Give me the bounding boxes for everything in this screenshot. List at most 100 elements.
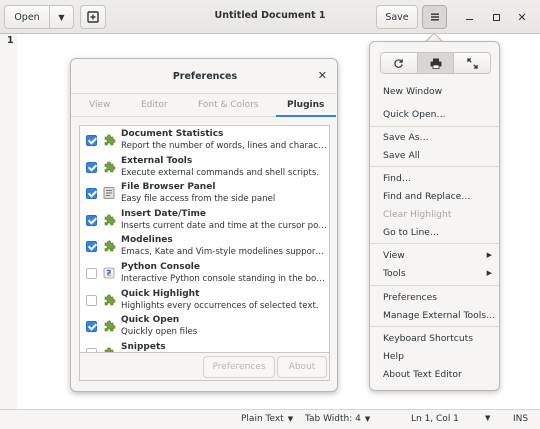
- close-icon: ✕: [317, 69, 327, 82]
- menu-view-label: View: [383, 250, 405, 261]
- menu-go-to-line[interactable]: Go to Line…: [383, 227, 439, 238]
- plugin-enable-checkbox[interactable]: [86, 294, 97, 306]
- puzzle-icon: [102, 133, 116, 147]
- menu-about[interactable]: About Text Editor: [383, 369, 462, 380]
- open-button[interactable]: Open: [4, 5, 50, 29]
- plugin-row[interactable]: Insert Date/Time Inserts current date and…: [80, 208, 329, 235]
- reload-button[interactable]: [381, 53, 418, 73]
- tab-font-colors[interactable]: Font & Colors: [198, 100, 259, 110]
- plugin-enable-checkbox[interactable]: [86, 188, 97, 200]
- reload-icon: [394, 58, 404, 68]
- plugin-name: External Tools: [121, 155, 193, 166]
- plugin-name: File Browser Panel: [121, 182, 216, 193]
- puzzle-icon: [102, 346, 116, 352]
- puzzle-icon: [102, 160, 116, 174]
- fullscreen-icon: [467, 57, 478, 69]
- menu-separator: [370, 285, 499, 286]
- tab-width-label: Tab Width: 4: [305, 414, 361, 424]
- plugin-list[interactable]: Document Statistics Report the number of …: [79, 125, 330, 353]
- menu-help[interactable]: Help: [383, 351, 404, 362]
- minimize-button[interactable]: [460, 8, 478, 26]
- puzzle-icon: [102, 293, 116, 307]
- main-menu-popover: New Window Quick Open… Save As… Save All…: [369, 41, 500, 391]
- menu-separator: [370, 166, 499, 167]
- menu-preferences[interactable]: Preferences: [383, 292, 437, 303]
- plugin-row[interactable]: External Tools Execute external commands …: [80, 155, 329, 182]
- puzzle-icon: [102, 213, 116, 227]
- plugin-row[interactable]: Modelines Emacs, Kate and Vim-style model…: [80, 234, 329, 261]
- plugin-enable-checkbox[interactable]: [86, 241, 97, 253]
- language-label: Plain Text: [241, 414, 284, 424]
- print-icon: [430, 58, 441, 69]
- plugin-enable-checkbox[interactable]: [86, 321, 97, 333]
- tab-view[interactable]: View: [89, 100, 110, 110]
- chevron-down-icon: ▼: [287, 415, 294, 423]
- chevron-right-icon: ▶: [486, 251, 492, 259]
- menu-separator: [370, 326, 499, 327]
- plugin-row[interactable]: Quick Open Quickly open files: [80, 314, 329, 341]
- menu-manage-external-tools[interactable]: Manage External Tools…: [383, 310, 495, 321]
- menu-tools[interactable]: Tools ▶: [383, 268, 492, 279]
- main-menu-button[interactable]: [422, 5, 447, 29]
- file-manager-icon: [102, 186, 116, 200]
- position-dropdown[interactable]: ▼: [485, 414, 490, 422]
- text-editor-area[interactable]: [17, 35, 417, 47]
- menu-save-all[interactable]: Save All: [383, 150, 420, 161]
- plugin-enable-checkbox[interactable]: [86, 161, 97, 173]
- menu-new-window[interactable]: New Window: [383, 86, 442, 97]
- cursor-position-selector[interactable]: Ln 1, Col 1: [411, 414, 459, 424]
- new-document-button[interactable]: [80, 5, 106, 29]
- plugin-name: Modelines: [121, 235, 173, 246]
- fullscreen-button[interactable]: [454, 53, 490, 73]
- menu-find[interactable]: Find…: [383, 173, 411, 184]
- close-window-button[interactable]: ✕: [513, 8, 531, 26]
- save-button[interactable]: Save: [376, 5, 418, 29]
- plugin-description: Highlights every occurrences of selected…: [121, 300, 319, 311]
- save-button-label: Save: [385, 11, 409, 23]
- plugin-row[interactable]: Quick Highlight Highlights every occurren…: [80, 288, 329, 315]
- plugin-description: Emacs, Kate and Vim-style modelines supp…: [121, 247, 327, 258]
- cursor-position-label: Ln 1, Col 1: [411, 414, 459, 424]
- dialog-close-button[interactable]: ✕: [318, 69, 327, 82]
- line-number: 1: [7, 35, 14, 46]
- plugin-about-button[interactable]: About: [277, 356, 327, 378]
- plugin-description: Execute external commands and shell scri…: [121, 167, 320, 178]
- plugin-row[interactable]: Python Console Interactive Python console…: [80, 261, 329, 288]
- tab-plugins[interactable]: Plugins: [287, 100, 324, 110]
- close-icon: ✕: [517, 10, 527, 24]
- chevron-down-icon: ▼: [58, 12, 65, 22]
- line-number-gutter: [0, 34, 17, 409]
- print-button[interactable]: [417, 53, 455, 73]
- menu-save-as[interactable]: Save As…: [383, 132, 429, 143]
- menu-keyboard-shortcuts[interactable]: Keyboard Shortcuts: [383, 333, 473, 344]
- menu-separator: [370, 126, 499, 127]
- open-recent-dropdown-button[interactable]: ▼: [49, 5, 74, 29]
- plugin-enable-checkbox[interactable]: [86, 268, 97, 279]
- menu-clear-highlight: Clear Highlight: [383, 209, 452, 220]
- plugin-preferences-button[interactable]: Preferences: [203, 356, 275, 378]
- plugin-name: Python Console: [121, 262, 200, 272]
- menu-find-replace[interactable]: Find and Replace…: [383, 191, 470, 202]
- plugin-about-label: About: [288, 362, 316, 372]
- plugin-row[interactable]: Snippets: [80, 341, 329, 352]
- open-button-label: Open: [14, 11, 40, 23]
- plugin-row[interactable]: Document Statistics Report the number of …: [80, 128, 329, 155]
- menu-view[interactable]: View ▶: [383, 250, 492, 261]
- maximize-button[interactable]: [487, 8, 505, 26]
- plugin-enable-checkbox[interactable]: [86, 214, 97, 226]
- plugin-preferences-label: Preferences: [212, 362, 266, 372]
- tab-width-selector[interactable]: Tab Width: 4 ▼: [305, 414, 370, 424]
- plugin-description: Interactive Python console standing in t…: [121, 274, 327, 284]
- menu-quick-open[interactable]: Quick Open…: [383, 109, 446, 120]
- dialog-title: Preferences: [172, 71, 238, 82]
- plugin-row[interactable]: File Browser Panel Easy file access from …: [80, 181, 329, 208]
- plugin-enable-checkbox[interactable]: [86, 135, 97, 146]
- maximize-icon: [492, 13, 500, 21]
- tab-editor[interactable]: Editor: [141, 100, 168, 110]
- language-selector[interactable]: Plain Text ▼: [241, 414, 293, 424]
- preferences-tabs: View Editor Font & Colors Plugins: [71, 93, 339, 117]
- plugin-description: Inserts current date and time at the cur…: [121, 220, 327, 231]
- new-tab-icon: [87, 11, 99, 23]
- menu-separator: [370, 243, 499, 244]
- plugin-name: Document Statistics: [121, 129, 224, 139]
